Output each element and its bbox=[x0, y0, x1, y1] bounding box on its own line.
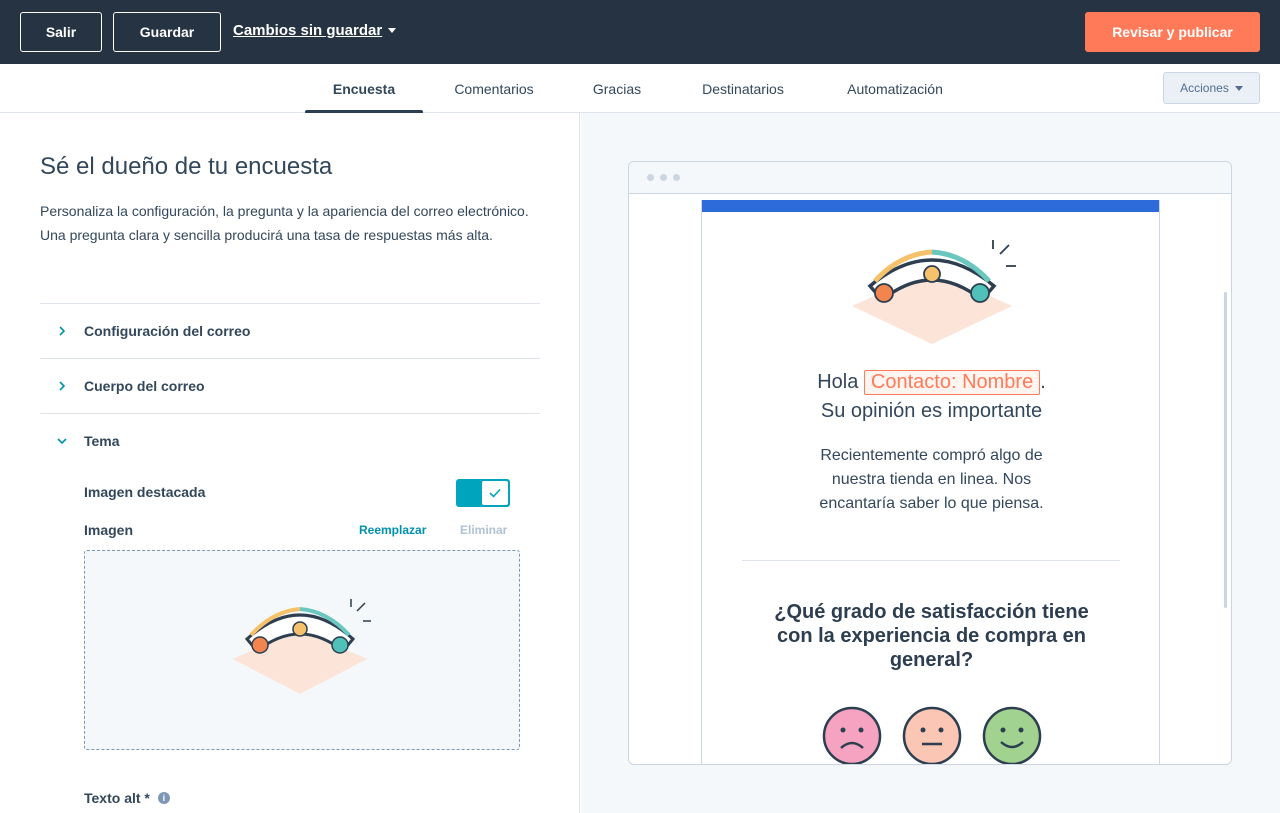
image-label: Imagen bbox=[84, 522, 134, 538]
window-dot-icon bbox=[673, 174, 680, 181]
chevron-down-icon bbox=[40, 437, 84, 445]
page-title: Sé el dueño de tu encuesta bbox=[40, 153, 333, 180]
window-dot-icon bbox=[647, 174, 654, 181]
email-preview: Hola Contacto: Nombre. Su opinión es imp… bbox=[701, 200, 1161, 765]
tab-survey[interactable]: Encuesta bbox=[305, 64, 423, 114]
top-bar: Salir Guardar Cambios sin guardar Revisa… bbox=[0, 0, 1280, 64]
browser-bar bbox=[629, 162, 1231, 194]
caret-down-icon bbox=[388, 28, 397, 33]
delete-image-link[interactable]: Eliminar bbox=[460, 523, 507, 537]
tab-thanks[interactable]: Gracias bbox=[580, 64, 654, 113]
actions-label: Acciones bbox=[1180, 81, 1229, 95]
alt-text-row: Texto alt * i bbox=[84, 790, 170, 806]
info-icon[interactable]: i bbox=[157, 792, 170, 804]
settings-panel: Sé el dueño de tu encuesta Personaliza l… bbox=[0, 113, 580, 813]
featured-image-label: Imagen destacada bbox=[84, 484, 206, 500]
chevron-right-icon bbox=[40, 326, 84, 336]
accordion-label: Configuración del correo bbox=[84, 323, 251, 339]
survey-question: ¿Qué grado de satisfacción tiene con la … bbox=[774, 601, 1089, 671]
contact-name-token[interactable]: Contacto: Nombre bbox=[863, 370, 1041, 395]
happy-face-icon[interactable] bbox=[982, 706, 1042, 765]
accordion-label: Tema bbox=[84, 433, 120, 449]
image-dropzone[interactable] bbox=[84, 550, 520, 750]
neutral-face-icon[interactable] bbox=[902, 706, 962, 765]
tab-bar: Encuesta Comentarios Gracias Destinatari… bbox=[0, 64, 1280, 114]
actions-button[interactable]: Acciones bbox=[1163, 72, 1260, 104]
email-greeting: Hola Contacto: Nombre. bbox=[702, 370, 1161, 395]
panel-description: Personaliza la configuración, la pregunt… bbox=[40, 203, 529, 243]
unsaved-changes-dropdown[interactable]: Cambios sin guardar bbox=[233, 22, 397, 39]
email-subline: Su opinión es importante bbox=[820, 400, 1043, 422]
preview-scrollbar[interactable] bbox=[1224, 292, 1227, 608]
tab-recipients[interactable]: Destinatarios bbox=[690, 64, 796, 113]
window-dot-icon bbox=[660, 174, 667, 181]
tab-comments[interactable]: Comentarios bbox=[440, 64, 548, 113]
accordion-email-settings[interactable]: Configuración del correo bbox=[40, 303, 540, 358]
caret-down-icon bbox=[1234, 85, 1243, 91]
review-publish-button[interactable]: Revisar y publicar bbox=[1085, 12, 1260, 52]
tab-automation[interactable]: Automatización bbox=[835, 64, 955, 113]
email-header-bar bbox=[702, 200, 1159, 212]
satisfaction-gauge-illustration bbox=[852, 240, 1016, 344]
accordion-email-body[interactable]: Cuerpo del correo bbox=[40, 358, 540, 413]
preview-panel: Hola Contacto: Nombre. Su opinión es imp… bbox=[581, 113, 1280, 813]
browser-preview-frame: Hola Contacto: Nombre. Su opinión es imp… bbox=[628, 161, 1232, 765]
save-button[interactable]: Guardar bbox=[113, 12, 221, 52]
chevron-right-icon bbox=[40, 381, 84, 391]
greeting-prefix: Hola bbox=[817, 371, 859, 393]
accordion-label: Cuerpo del correo bbox=[84, 378, 205, 394]
featured-image-toggle[interactable] bbox=[456, 479, 510, 507]
sad-face-icon[interactable] bbox=[822, 706, 882, 765]
email-divider bbox=[742, 560, 1120, 561]
alt-text-label: Texto alt * bbox=[84, 790, 150, 806]
check-icon bbox=[482, 481, 508, 505]
accordion-theme[interactable]: Tema bbox=[40, 413, 540, 468]
satisfaction-gauge-illustration bbox=[233, 599, 371, 694]
greeting-suffix: . bbox=[1040, 371, 1046, 393]
replace-image-link[interactable]: Reemplazar bbox=[359, 523, 426, 537]
email-body-text: Recientemente compró algo de nuestra tie… bbox=[819, 447, 1044, 512]
unsaved-changes-label: Cambios sin guardar bbox=[233, 22, 383, 39]
exit-button[interactable]: Salir bbox=[20, 12, 102, 52]
rating-faces bbox=[702, 706, 1161, 765]
